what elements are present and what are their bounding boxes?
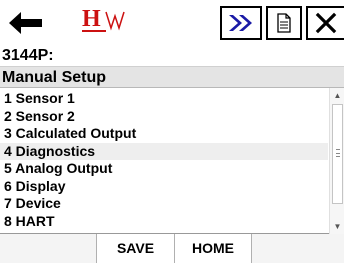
vertical-scrollbar[interactable]: ▲ ▼: [329, 88, 344, 234]
menu-item-device[interactable]: 7 Device: [0, 195, 328, 213]
scroll-up-arrow-icon[interactable]: ▲: [330, 88, 344, 103]
menu-item-analog-output[interactable]: 5 Analog Output: [0, 160, 328, 178]
menu-item-hart[interactable]: 8 HART: [0, 213, 328, 231]
device-title: 3144P:: [2, 47, 54, 64]
back-arrow-icon: [9, 12, 42, 34]
menu-list: 1 Sensor 1 2 Sensor 2 3 Calculated Outpu…: [0, 90, 328, 230]
close-icon: [315, 12, 337, 34]
double-chevron-right-icon: [229, 15, 252, 31]
menu-item-diagnostics[interactable]: 4 Diagnostics: [0, 142, 328, 160]
menu-list-box: 1 Sensor 1 2 Sensor 2 3 Calculated Outpu…: [0, 88, 344, 234]
home-button[interactable]: HOME: [174, 234, 252, 263]
save-button[interactable]: SAVE: [96, 234, 174, 263]
scroll-down-arrow-icon[interactable]: ▼: [330, 219, 344, 234]
document-icon: [277, 13, 291, 33]
svg-text:H: H: [82, 6, 101, 32]
page-title: Manual Setup: [0, 66, 344, 88]
bottom-bar: SAVE HOME: [0, 234, 344, 263]
scrollbar-grip-icon: [336, 149, 340, 157]
menu-item-display[interactable]: 6 Display: [0, 178, 328, 196]
document-button[interactable]: [266, 6, 302, 40]
menu-item-sensor-2[interactable]: 2 Sensor 2: [0, 108, 328, 126]
menu-item-calculated-output[interactable]: 3 Calculated Output: [0, 125, 328, 143]
scrollbar-thumb[interactable]: [332, 104, 343, 204]
close-button[interactable]: [306, 6, 344, 40]
toolbar: H: [0, 0, 344, 46]
menu-item-sensor-1[interactable]: 1 Sensor 1: [0, 90, 328, 108]
back-button[interactable]: [0, 6, 52, 40]
forward-button[interactable]: [220, 6, 262, 40]
app-logo: H: [80, 4, 140, 38]
